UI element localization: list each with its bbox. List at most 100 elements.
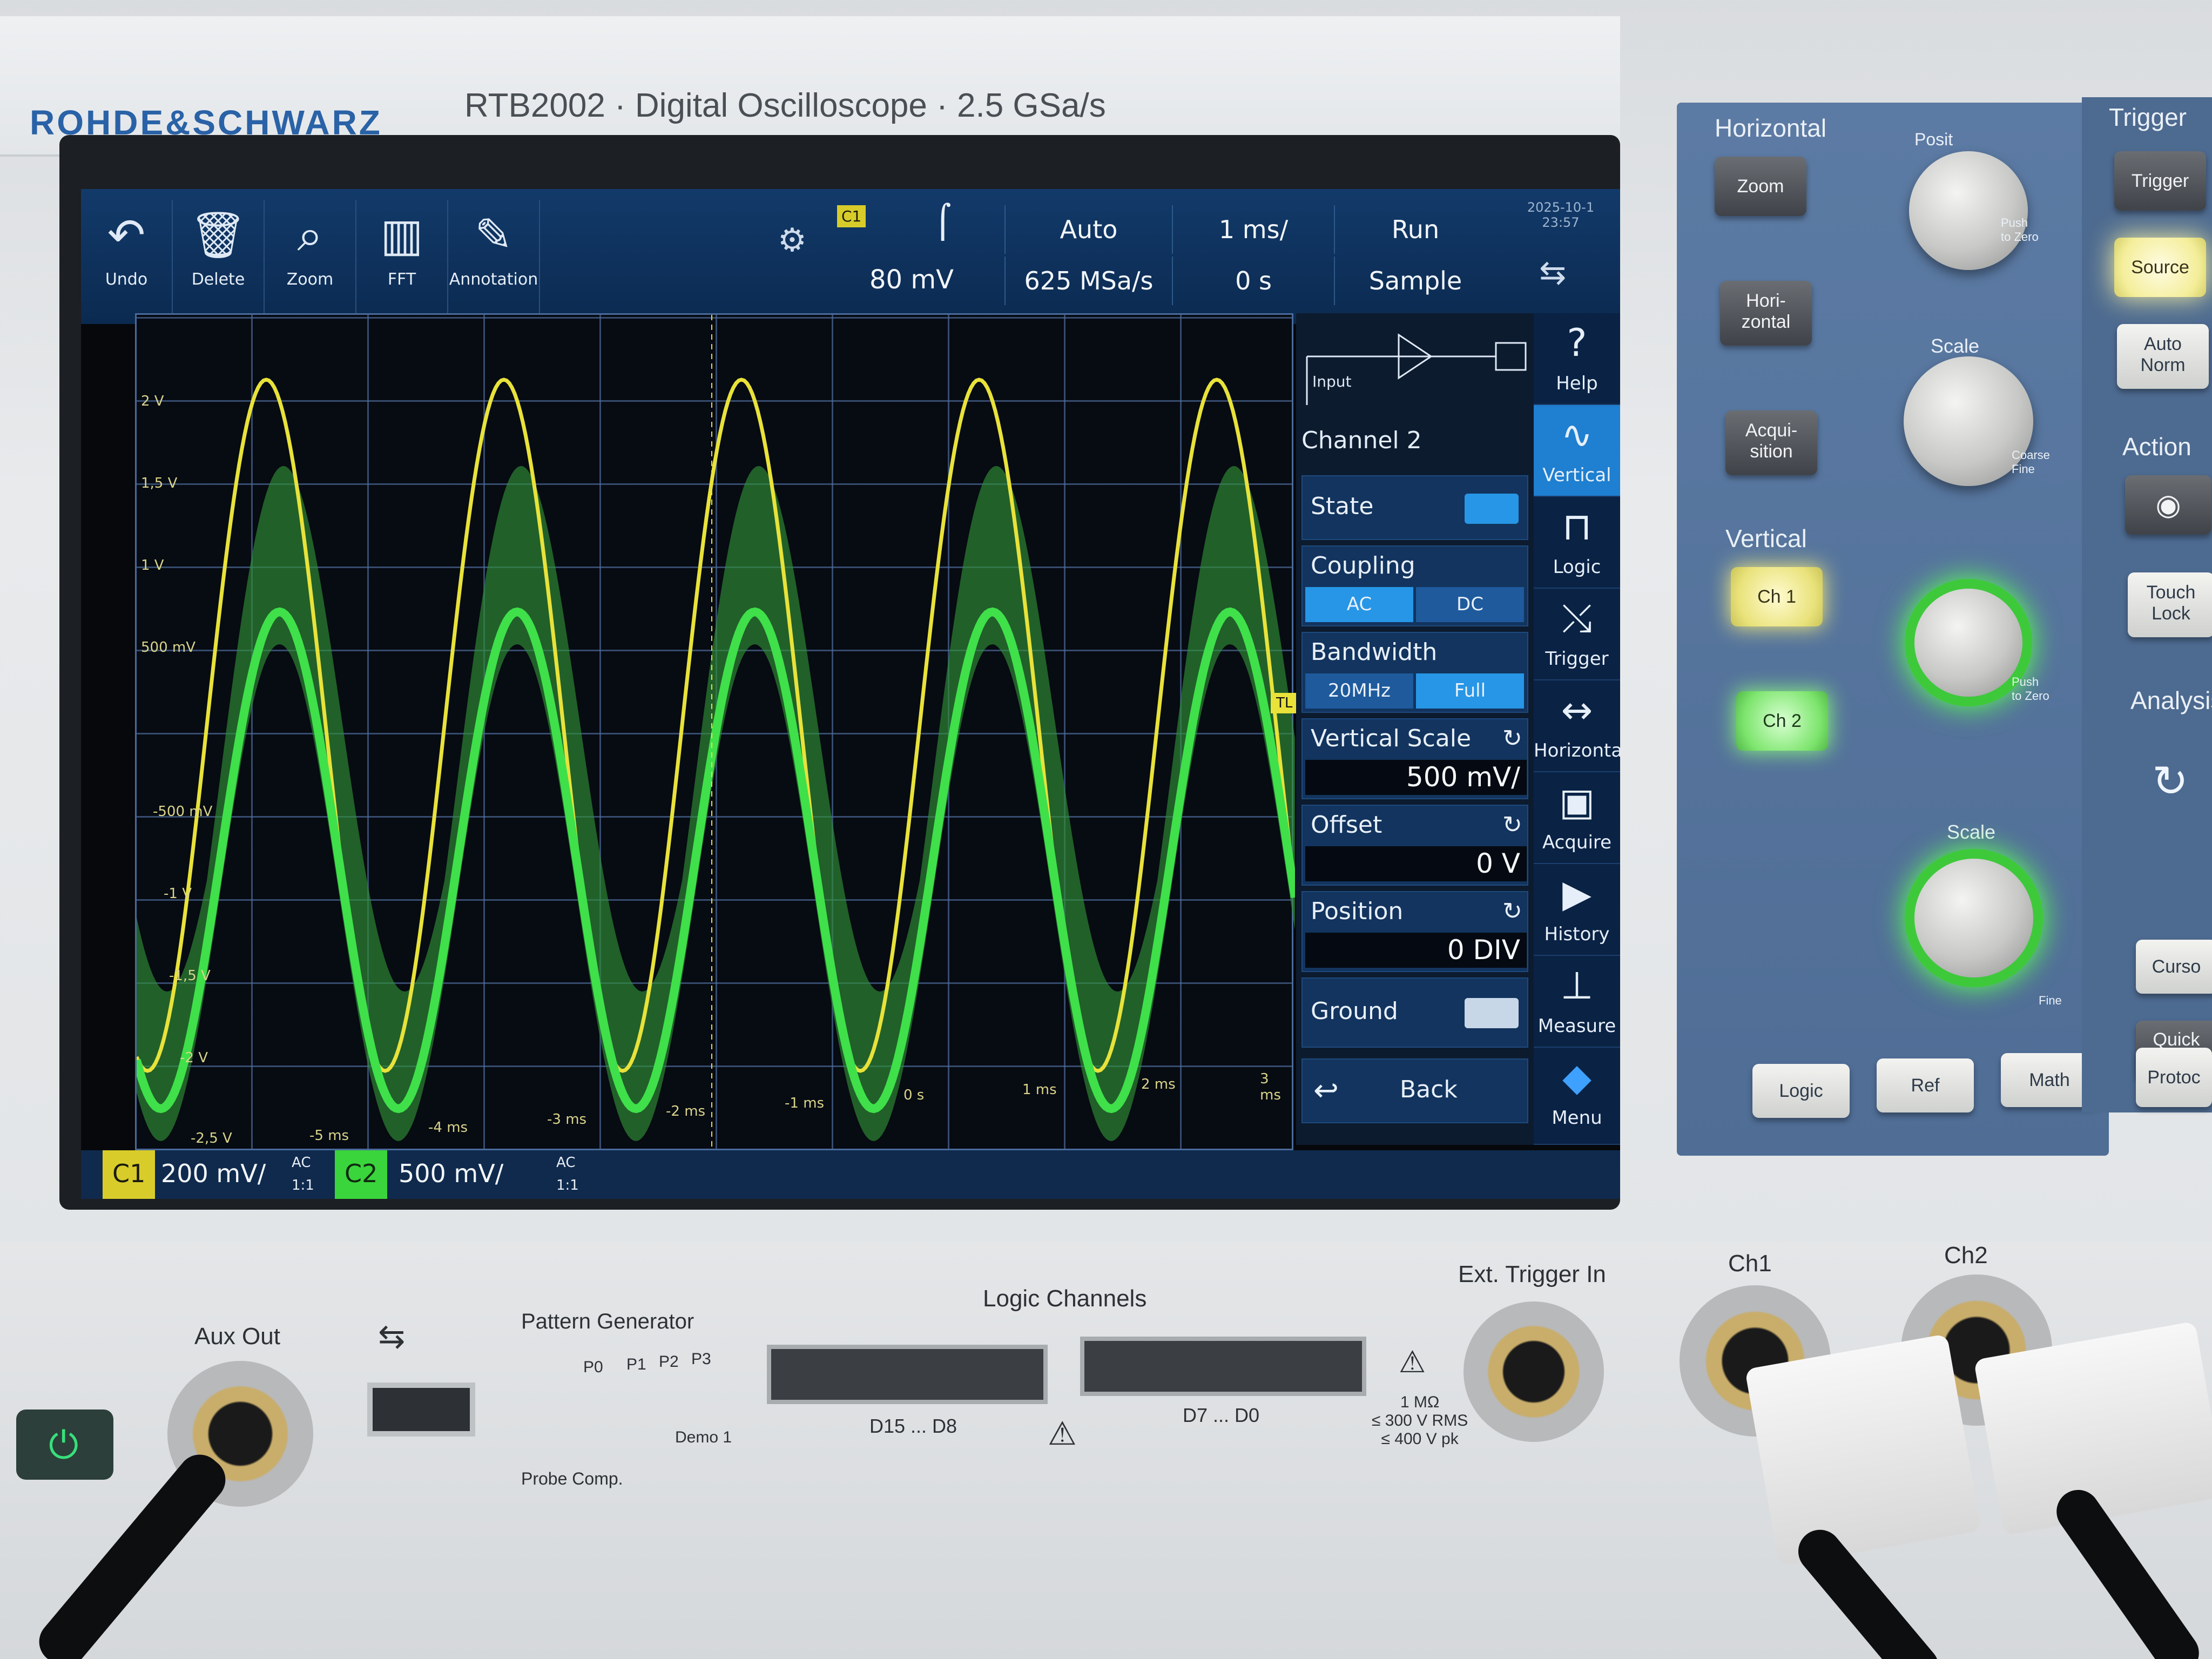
- help-icon: ?: [1567, 321, 1587, 365]
- ch2-probe: 1:1: [556, 1177, 579, 1193]
- fft-button[interactable]: ▥ FFT: [356, 200, 448, 319]
- auto-norm-key[interactable]: Auto Norm: [2117, 324, 2209, 389]
- timebase[interactable]: 1 ms/: [1172, 205, 1334, 254]
- cursor-key[interactable]: Curso: [2136, 940, 2212, 994]
- acquire-button[interactable]: ▣ Acquire: [1534, 772, 1620, 864]
- waveform-svg: [137, 315, 1295, 1152]
- ref-key[interactable]: Ref: [1877, 1058, 1974, 1112]
- logic-icon: ⊓: [1562, 504, 1592, 549]
- sample-rate: 625 MSa/s: [1004, 257, 1172, 305]
- oscilloscope-screen: ↶ Undo 🗑 Delete ⌕ Zoom ▥ FFT ✎ Annotatio…: [81, 189, 1620, 1199]
- acquisition-key[interactable]: Acqui- sition: [1725, 410, 1817, 475]
- horizontal-key[interactable]: Hori- zontal: [1720, 281, 1812, 346]
- trigger-mode[interactable]: Auto: [1004, 205, 1172, 254]
- annotation-button[interactable]: ✎ Annotation: [448, 200, 540, 319]
- ground-row[interactable]: Ground: [1301, 977, 1528, 1048]
- acquisition-mode[interactable]: Sample: [1334, 257, 1496, 305]
- vertical-scale-knob[interactable]: [1914, 859, 2033, 977]
- d7-d0-label: D7 ... D0: [1183, 1404, 1260, 1426]
- trigger-info[interactable]: C1 ⌠ 80 mV: [837, 203, 1004, 313]
- vertical-section-label: Vertical: [1725, 524, 1807, 552]
- trigger-label: Trigger: [1545, 648, 1609, 670]
- source-key[interactable]: Source: [2114, 238, 2206, 297]
- y-label-neg-500mv: -500 mV: [153, 804, 213, 820]
- touch-lock-key[interactable]: Touch Lock: [2128, 572, 2212, 637]
- menu-icon: ◆: [1562, 1055, 1591, 1100]
- warning-icon: ⚠: [1048, 1415, 1077, 1453]
- x-label-2ms: 2 ms: [1141, 1076, 1176, 1092]
- help-label: Help: [1556, 373, 1598, 394]
- y-label-2v: 2 V: [141, 393, 164, 409]
- bandwidth-full-button[interactable]: Full: [1416, 673, 1524, 709]
- coupling-ac-button[interactable]: AC: [1305, 587, 1413, 622]
- position-value[interactable]: 0 DIV: [1305, 933, 1527, 968]
- measure-button[interactable]: ⊥ Measure: [1534, 956, 1620, 1048]
- undo-icon: ↶: [107, 208, 146, 261]
- ch2-scale[interactable]: 500 mV/: [389, 1150, 513, 1199]
- coupling-dc-button[interactable]: DC: [1416, 587, 1524, 622]
- offset-row[interactable]: Offset ↻ 0 V: [1301, 805, 1528, 886]
- back-arrow-icon: ↩: [1313, 1073, 1339, 1108]
- gear-icon[interactable]: ⚙: [778, 221, 807, 259]
- ext-trigger-connector[interactable]: [1464, 1301, 1604, 1442]
- fft-label: FFT: [387, 270, 416, 289]
- offset-value[interactable]: 0 V: [1305, 846, 1527, 881]
- main-menu-button[interactable]: ◆ Menu: [1534, 1048, 1620, 1145]
- ground-label: Ground: [1311, 997, 1398, 1025]
- usb-port[interactable]: [367, 1382, 475, 1437]
- y-label-neg-1-5v: -1,5 V: [169, 968, 211, 984]
- ch1-key[interactable]: Ch 1: [1731, 567, 1823, 626]
- horizontal-button[interactable]: ↔ Horizontal: [1534, 680, 1620, 772]
- history-button[interactable]: ▶ History: [1534, 864, 1620, 956]
- logic-port-d7-d0[interactable]: [1080, 1337, 1366, 1396]
- camera-icon: ◉: [2155, 489, 2181, 521]
- horizontal-position-knob[interactable]: [1909, 151, 2028, 270]
- vertical-button[interactable]: ∿ Vertical: [1534, 405, 1620, 497]
- logic-key[interactable]: Logic: [1752, 1064, 1850, 1118]
- y-label-500mv: 500 mV: [141, 639, 196, 656]
- reload-icon[interactable]: ↻: [2152, 756, 2188, 806]
- help-button[interactable]: ? Help: [1534, 313, 1620, 405]
- power-button[interactable]: ⏻: [16, 1410, 113, 1480]
- ch1-coupling: AC: [292, 1155, 311, 1171]
- vertical-scale-value[interactable]: 500 mV/: [1305, 760, 1527, 795]
- x-label-neg-3ms: -3 ms: [547, 1111, 587, 1128]
- ch2-tag[interactable]: C2: [335, 1150, 388, 1199]
- rising-edge-icon: ⌠: [934, 203, 952, 241]
- logic-port-d15-d8[interactable]: [767, 1345, 1048, 1404]
- ground-toggle[interactable]: [1465, 998, 1519, 1028]
- bandwidth-20mhz-button[interactable]: 20MHz: [1305, 673, 1413, 709]
- protocol-key[interactable]: Protoc: [2136, 1048, 2212, 1107]
- menu-label: Menu: [1552, 1107, 1602, 1129]
- waveform-grid[interactable]: 2 V 1,5 V 1 V 500 mV -500 mV -1 V -1,5 V…: [135, 313, 1298, 1152]
- ch1-scale[interactable]: 200 mV/: [151, 1150, 275, 1199]
- input-label: Input: [1312, 373, 1352, 390]
- ch1-tag[interactable]: C1: [103, 1150, 156, 1199]
- vertical-position-knob[interactable]: [1914, 589, 2022, 697]
- trigger-level-marker[interactable]: TL: [1271, 693, 1298, 713]
- run-state[interactable]: Run: [1334, 205, 1496, 254]
- y-label-neg-2v: -2 V: [180, 1050, 208, 1066]
- state-row[interactable]: State: [1301, 475, 1528, 540]
- zoom-key[interactable]: Zoom: [1715, 157, 1806, 216]
- back-button[interactable]: ↩ Back: [1301, 1058, 1528, 1123]
- reset-icon[interactable]: ↻: [1502, 811, 1522, 839]
- state-toggle[interactable]: [1465, 494, 1519, 524]
- time-offset[interactable]: 0 s: [1172, 257, 1334, 305]
- reset-icon[interactable]: ↻: [1502, 725, 1522, 752]
- position-row[interactable]: Position ↻ 0 DIV: [1301, 891, 1528, 972]
- undo-button[interactable]: ↶ Undo: [81, 200, 173, 319]
- acquire-icon: ▣: [1559, 780, 1595, 824]
- screenshot-key[interactable]: ◉: [2125, 475, 2211, 535]
- vertical-scale-row[interactable]: Vertical Scale ↻ 500 mV/: [1301, 718, 1528, 799]
- reset-icon[interactable]: ↻: [1502, 898, 1522, 925]
- logic-button[interactable]: ⊓ Logic: [1534, 497, 1620, 589]
- trash-icon: 🗑: [189, 208, 247, 261]
- zoom-button[interactable]: ⌕ Zoom: [265, 200, 356, 319]
- delete-button[interactable]: 🗑 Delete: [173, 200, 265, 319]
- position-label: Position: [1311, 898, 1404, 925]
- model-title: RTB2002 · Digital Oscilloscope · 2.5 GSa…: [464, 87, 1106, 124]
- ch2-key[interactable]: Ch 2: [1736, 691, 1828, 751]
- trigger-key[interactable]: Trigger: [2114, 151, 2206, 211]
- trigger-button[interactable]: ⤯ Trigger: [1534, 589, 1620, 680]
